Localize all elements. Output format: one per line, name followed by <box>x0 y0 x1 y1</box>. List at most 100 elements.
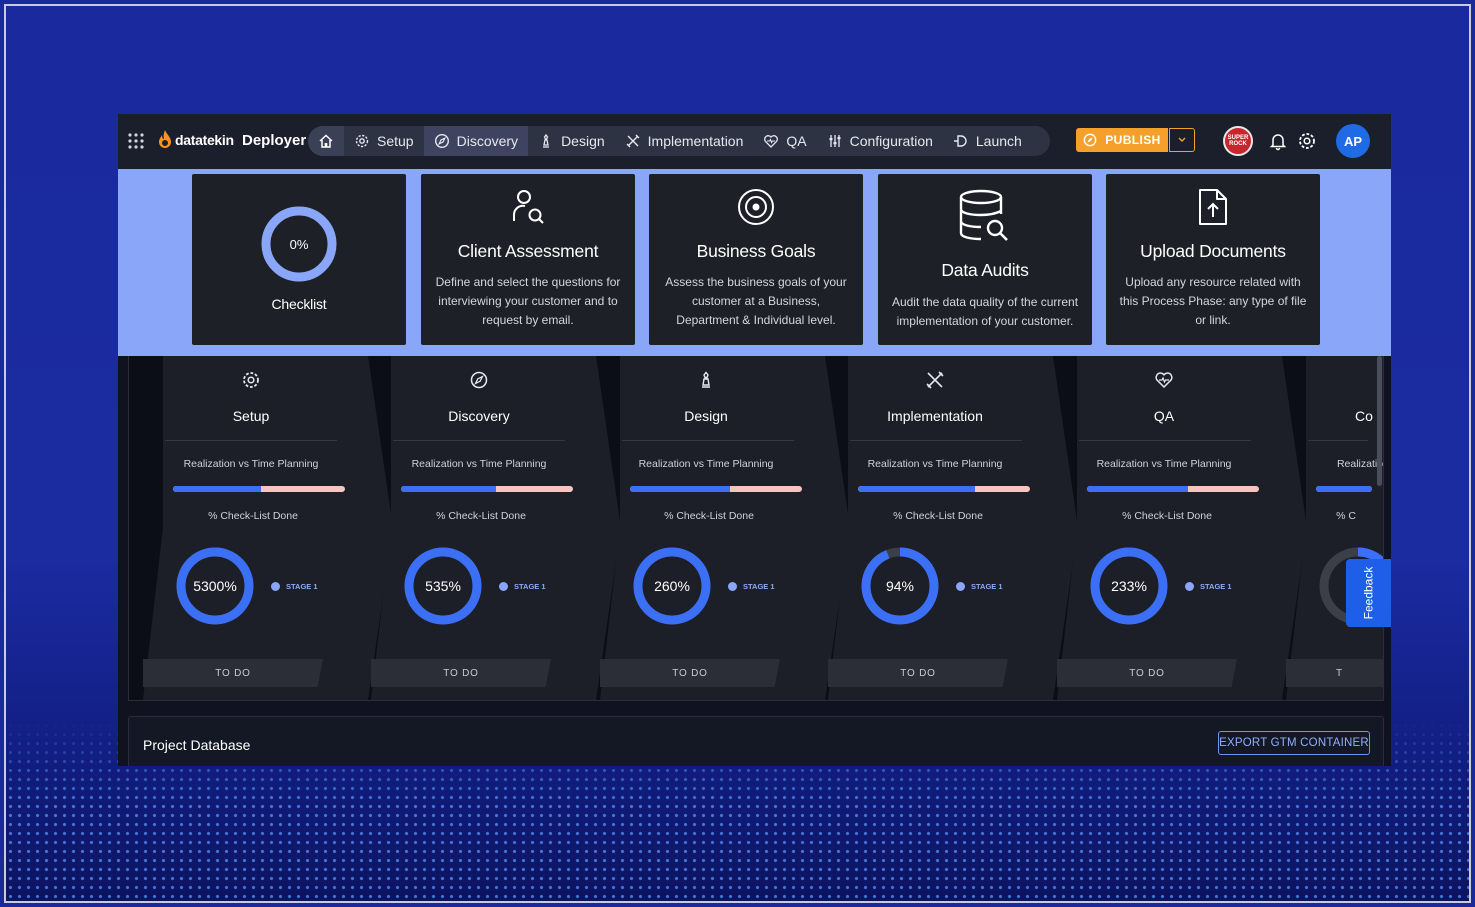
nav-configuration[interactable]: Configuration <box>817 126 943 156</box>
card-description: Assess the business goals of your custom… <box>665 275 847 327</box>
stage-title: Co <box>1355 408 1373 424</box>
product-name: Deployer <box>242 132 307 149</box>
svg-text:260%: 260% <box>654 578 690 594</box>
project-database-panel: Project Database EXPORT GTM CONTAINER <box>128 716 1384 766</box>
client-assessment-card[interactable]: Client Assessment Define and select the … <box>421 174 635 345</box>
flame-logo-icon <box>159 130 171 148</box>
checklist-label: % Check-List Done <box>664 510 754 522</box>
planning-label: Realization vs Time Planning <box>411 458 547 470</box>
checklist-label: % Check-List Done <box>208 510 298 522</box>
stage-title: Implementation <box>887 408 983 424</box>
divider <box>1308 440 1368 441</box>
apps-grid-icon[interactable] <box>128 133 144 149</box>
legend-dot <box>499 582 508 591</box>
user-search-icon <box>512 190 544 224</box>
user-avatar[interactable]: AP <box>1336 124 1370 158</box>
stage-legend: STAGE 1 <box>956 582 1003 591</box>
stage-status[interactable]: TO DO <box>143 659 323 687</box>
publish-button[interactable]: PUBLISH <box>1076 128 1168 152</box>
settings-gear-icon[interactable] <box>1297 131 1317 151</box>
stage-configuration-partial[interactable]: Co Realizatio % C T <box>1286 356 1383 700</box>
card-title: Client Assessment <box>457 241 599 261</box>
nav-label: Launch <box>975 133 1022 149</box>
divider <box>622 440 794 441</box>
planning-bar <box>1316 486 1372 492</box>
planning-label: Realizatio <box>1336 458 1384 470</box>
checklist-progress-ring: 0% <box>261 206 337 282</box>
divider <box>850 440 1022 441</box>
checklist-label: % C <box>1336 510 1356 522</box>
planning-label: Realization vs Time Planning <box>183 458 319 470</box>
planning-bar <box>401 486 573 492</box>
nav-implementation[interactable]: Implementation <box>615 126 754 156</box>
nav-discovery[interactable]: Discovery <box>423 126 529 156</box>
heart-pulse-icon <box>764 135 779 148</box>
stage-status[interactable]: TO DO <box>1057 659 1237 687</box>
checklist-label: % Check-List Done <box>1122 510 1212 522</box>
planning-bar-fill <box>1087 486 1189 492</box>
sliders-icon <box>829 135 841 147</box>
planning-bar-fill <box>630 486 730 492</box>
checklist-donut: 5300% <box>176 547 254 625</box>
planning-bar-fill <box>173 486 261 492</box>
card-description: Upload any resource related with this Pr… <box>1119 275 1307 327</box>
planning-bar-fill <box>401 486 496 492</box>
stages-carousel[interactable]: Setup Realization vs Time Planning % Che… <box>128 356 1384 701</box>
stage-status[interactable]: TO DO <box>371 659 551 687</box>
nav-design[interactable]: Design <box>528 126 615 156</box>
logo-text: datatekin <box>175 132 234 148</box>
stage-discovery[interactable]: Discovery Realization vs Time Planning %… <box>371 356 621 700</box>
tools-icon <box>626 134 640 148</box>
svg-text:94%: 94% <box>886 578 914 594</box>
stage-status[interactable]: TO DO <box>600 659 780 687</box>
card-title: Checklist <box>271 296 327 312</box>
stage-qa[interactable]: QA Realization vs Time Planning % Check-… <box>1057 356 1307 700</box>
client-logo[interactable]: SUPER ROCK <box>1223 126 1253 156</box>
divider <box>1079 440 1251 441</box>
card-title: Business Goals <box>696 241 816 261</box>
database-search-icon <box>959 189 1008 241</box>
stage-status[interactable]: TO DO <box>828 659 1008 687</box>
svg-text:535%: 535% <box>425 578 461 594</box>
export-gtm-container-button[interactable]: EXPORT GTM CONTAINER <box>1218 731 1370 755</box>
gear-icon <box>355 134 369 148</box>
stage-status[interactable]: T <box>1286 659 1383 687</box>
compass-icon <box>1083 133 1097 147</box>
feedback-tab[interactable]: Feedback <box>1346 559 1391 627</box>
card-description: Define and select the questions for inte… <box>435 275 621 327</box>
divider <box>393 440 565 441</box>
nav-label: Design <box>561 133 605 149</box>
target-icon <box>738 189 774 225</box>
planning-label: Realization vs Time Planning <box>867 458 1003 470</box>
nav-qa[interactable]: QA <box>753 126 816 156</box>
stage-legend: STAGE 1 <box>728 582 775 591</box>
brand-logo[interactable]: datatekin <box>158 130 234 150</box>
data-audits-card[interactable]: Data Audits Audit the data quality of th… <box>878 174 1092 345</box>
compass-icon <box>434 133 449 149</box>
compass-icon <box>470 371 488 389</box>
launch-icon <box>953 135 967 147</box>
planning-bar-fill <box>858 486 975 492</box>
svg-text:5300%: 5300% <box>193 578 237 594</box>
chess-piece-icon <box>702 371 710 388</box>
nav-home[interactable] <box>308 126 344 156</box>
upload-documents-card[interactable]: Upload Documents Upload any resource rel… <box>1106 174 1320 345</box>
stages-scrollbar[interactable] <box>1377 356 1382 486</box>
stage-title: Discovery <box>448 408 510 424</box>
stage-design[interactable]: Design Realization vs Time Planning % Ch… <box>600 356 850 700</box>
stage-title: QA <box>1153 408 1175 424</box>
chess-piece-icon <box>543 133 550 148</box>
project-database-title: Project Database <box>143 737 251 753</box>
nav-setup[interactable]: Setup <box>344 126 424 156</box>
legend-dot <box>271 582 280 591</box>
nav-launch[interactable]: Launch <box>943 126 1032 156</box>
stage-implementation[interactable]: Implementation Realization vs Time Plann… <box>828 356 1078 700</box>
publish-dropdown-button[interactable] <box>1169 128 1195 152</box>
checklist-card[interactable]: 0% Checklist <box>192 174 406 345</box>
stage-setup[interactable]: Setup Realization vs Time Planning % Che… <box>143 356 393 700</box>
legend-dot <box>1185 582 1194 591</box>
business-goals-card[interactable]: Business Goals Assess the business goals… <box>649 174 863 345</box>
phase-cards-band: 0% Checklist Client Assessment Define an… <box>118 169 1391 356</box>
bell-icon[interactable] <box>1268 131 1288 151</box>
planning-label: Realization vs Time Planning <box>1096 458 1232 470</box>
